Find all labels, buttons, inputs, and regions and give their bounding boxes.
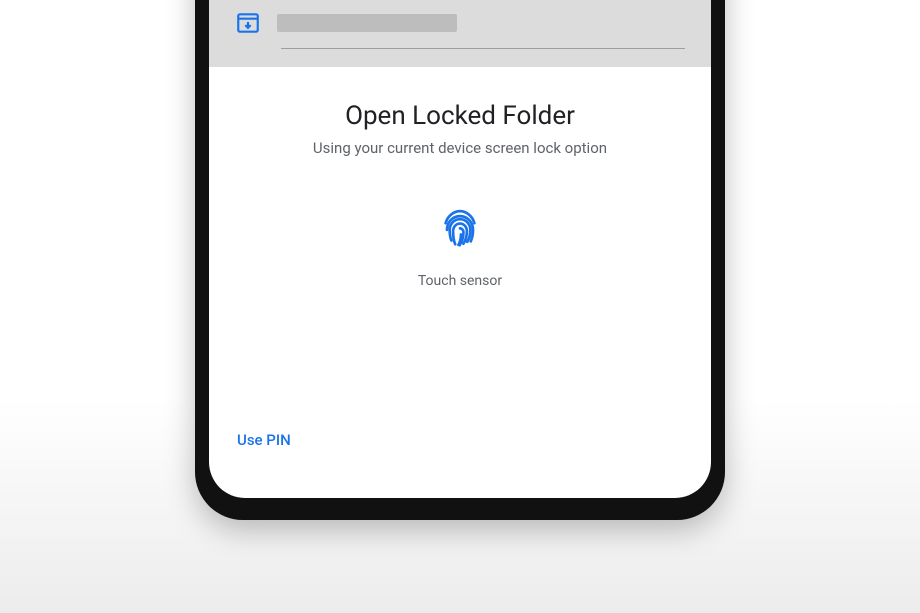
- fingerprint-icon: [437, 205, 483, 255]
- redacted-text-placeholder: [277, 14, 457, 32]
- dialog-subtitle: Using your current device screen lock op…: [235, 139, 685, 157]
- dialog-title: Open Locked Folder: [235, 101, 685, 131]
- background-app-area: [209, 0, 711, 67]
- fingerprint-sensor-area[interactable]: Touch sensor: [235, 205, 685, 289]
- archive-box-icon: [235, 10, 261, 36]
- fingerprint-label: Touch sensor: [418, 273, 502, 289]
- phone-screen: Open Locked Folder Using your current de…: [209, 0, 711, 498]
- background-row: [235, 10, 685, 48]
- use-pin-button[interactable]: Use PIN: [235, 423, 293, 457]
- phone-frame: Open Locked Folder Using your current de…: [195, 0, 725, 520]
- divider: [281, 48, 685, 49]
- spacer: [235, 289, 685, 423]
- auth-bottom-sheet: Open Locked Folder Using your current de…: [209, 67, 711, 477]
- stage: Open Locked Folder Using your current de…: [0, 0, 920, 613]
